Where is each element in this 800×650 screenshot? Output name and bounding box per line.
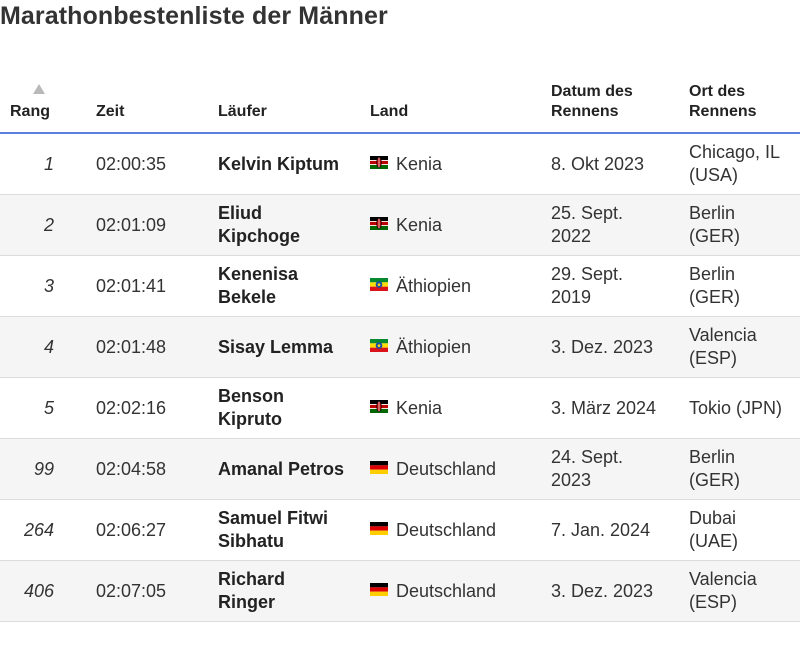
cell-date: 29. Sept. 2019 xyxy=(539,255,677,317)
column-header-label: Ort des Rennens xyxy=(689,83,757,120)
cell-runner: Kelvin Kiptum xyxy=(206,133,358,195)
cell-time: 02:00:35 xyxy=(84,133,206,195)
cell-runner: Richard Ringer xyxy=(206,560,358,622)
cell-place: Valencia (ESP) xyxy=(677,560,800,622)
cell-place: Valencia (ESP) xyxy=(677,316,800,378)
cell-country: Kenia xyxy=(358,133,539,195)
country-label: Deutschland xyxy=(396,458,497,479)
cell-rank: 264 xyxy=(0,499,84,561)
cell-runner: Eliud Kipchoge xyxy=(206,194,358,256)
cell-runner: Sisay Lemma xyxy=(206,316,358,378)
country-label: Kenia xyxy=(396,214,443,235)
country-label: Deutschland xyxy=(396,519,497,540)
column-header-label: Land xyxy=(370,103,409,120)
table-row: 406 02:07:05 Richard Ringer Deutschland 3. D… xyxy=(0,560,800,622)
cell-country: Äthiopien xyxy=(358,316,539,378)
country-label: Äthiopien xyxy=(396,275,472,296)
cell-country: Kenia xyxy=(358,194,539,256)
table-header-row: Rang Zeit Läufer Land Datum des Rennens … xyxy=(0,80,800,134)
cell-place: Berlin (GER) xyxy=(677,194,800,256)
cell-time: 02:01:41 xyxy=(84,255,206,317)
cell-time: 02:02:16 xyxy=(84,377,206,439)
germany-flag-icon xyxy=(370,522,388,536)
kenya-flag-icon xyxy=(370,217,388,231)
cell-country: Äthiopien xyxy=(358,255,539,317)
table-row: 99 02:04:58 Amanal Petros Deutschland 24. Se… xyxy=(0,438,800,500)
column-header-label: Zeit xyxy=(96,103,125,120)
cell-rank: 2 xyxy=(0,194,84,256)
column-header-label: Datum des Rennens xyxy=(551,83,633,120)
cell-place: Berlin (GER) xyxy=(677,438,800,500)
table-row: 2 02:01:09 Eliud Kipchoge Kenia 25. Sept. 20… xyxy=(0,194,800,256)
cell-country: Kenia xyxy=(358,377,539,439)
cell-date: 3. März 2024 xyxy=(539,377,677,439)
cell-country: Deutschland xyxy=(358,499,539,561)
kenya-flag-icon xyxy=(370,156,388,170)
ethiopia-flag-icon xyxy=(370,339,388,353)
cell-time: 02:01:09 xyxy=(84,194,206,256)
column-header-country[interactable]: Land xyxy=(358,80,539,134)
table-row: 3 02:01:41 Kenenisa Bekele Äthiopien 29. Sep… xyxy=(0,255,800,317)
column-header-runner[interactable]: Läufer xyxy=(206,80,358,134)
germany-flag-icon xyxy=(370,461,388,475)
table-row: 264 02:06:27 Samuel Fitwi Sibhatu Deutschla… xyxy=(0,499,800,561)
cell-rank: 3 xyxy=(0,255,84,317)
cell-runner: Amanal Petros xyxy=(206,438,358,500)
page-title: Marathonbestenliste der Männer xyxy=(0,2,388,30)
germany-flag-icon xyxy=(370,583,388,597)
cell-place: Chicago, IL (USA) xyxy=(677,133,800,195)
cell-rank: 99 xyxy=(0,438,84,500)
sort-ascending-icon[interactable] xyxy=(33,84,45,94)
country-label: Kenia xyxy=(396,397,443,418)
cell-date: 8. Okt 2023 xyxy=(539,133,677,195)
cell-date: 25. Sept. 2022 xyxy=(539,194,677,256)
kenya-flag-icon xyxy=(370,400,388,414)
table-row: 4 02:01:48 Sisay Lemma Äthiopien 3. Dez. 202… xyxy=(0,316,800,378)
column-header-rank[interactable]: Rang xyxy=(0,80,84,134)
table-row: 5 02:02:16 Benson Kipruto Kenia 3. März 2024… xyxy=(0,377,800,439)
cell-runner: Benson Kipruto xyxy=(206,377,358,439)
cell-country: Deutschland xyxy=(358,438,539,500)
country-label: Äthiopien xyxy=(396,336,472,357)
cell-runner: Samuel Fitwi Sibhatu xyxy=(206,499,358,561)
column-header-place[interactable]: Ort des Rennens xyxy=(677,80,800,134)
column-header-date[interactable]: Datum des Rennens xyxy=(539,80,677,134)
cell-place: Tokio (JPN) xyxy=(677,377,800,439)
cell-date: 3. Dez. 2023 xyxy=(539,560,677,622)
cell-place: Dubai (UAE) xyxy=(677,499,800,561)
column-header-label: Läufer xyxy=(218,103,267,120)
ethiopia-flag-icon xyxy=(370,278,388,292)
cell-date: 24. Sept. 2023 xyxy=(539,438,677,500)
cell-time: 02:04:58 xyxy=(84,438,206,500)
table-row: 1 02:00:35 Kelvin Kiptum Kenia 8. Okt 2023 Ch… xyxy=(0,133,800,195)
cell-rank: 5 xyxy=(0,377,84,439)
cell-country: Deutschland xyxy=(358,560,539,622)
cell-rank: 406 xyxy=(0,560,84,622)
country-label: Kenia xyxy=(396,153,443,174)
cell-date: 3. Dez. 2023 xyxy=(539,316,677,378)
cell-time: 02:06:27 xyxy=(84,499,206,561)
cell-rank: 4 xyxy=(0,316,84,378)
column-header-label: Rang xyxy=(10,103,50,120)
cell-date: 7. Jan. 2024 xyxy=(539,499,677,561)
cell-place: Berlin (GER) xyxy=(677,255,800,317)
country-label: Deutschland xyxy=(396,580,497,601)
cell-time: 02:07:05 xyxy=(84,560,206,622)
cell-rank: 1 xyxy=(0,133,84,195)
cell-time: 02:01:48 xyxy=(84,316,206,378)
column-header-time[interactable]: Zeit xyxy=(84,80,206,134)
marathon-table: Rang Zeit Läufer Land Datum des Rennens … xyxy=(0,80,800,622)
cell-runner: Kenenisa Bekele xyxy=(206,255,358,317)
